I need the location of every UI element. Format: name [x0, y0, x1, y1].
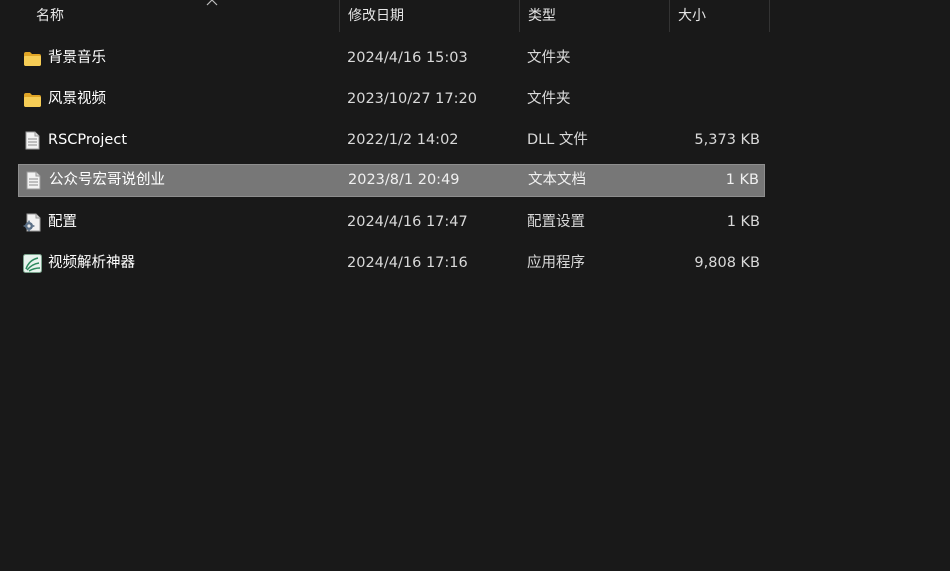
text-file-icon [23, 164, 43, 197]
column-header-size[interactable]: 大小 [669, 0, 770, 32]
column-header-date-label: 修改日期 [348, 8, 404, 24]
column-header-name[interactable]: 名称 [28, 0, 340, 32]
app-icon [22, 247, 42, 280]
column-header-name-label: 名称 [36, 8, 64, 24]
file-name: RSCProject [48, 132, 128, 148]
file-date: 2022/1/2 14:02 [347, 132, 459, 148]
document-icon [22, 124, 42, 157]
column-header-date[interactable]: 修改日期 [339, 0, 520, 32]
file-size: 1 KB [725, 172, 759, 188]
file-row[interactable]: 风景视频 2023/10/27 17:20 文件夹 [18, 83, 765, 116]
column-header-type-label: 类型 [528, 8, 556, 24]
file-type: 文件夹 [527, 91, 571, 107]
file-name: 背景音乐 [48, 50, 106, 66]
file-size: 9,808 KB [694, 255, 760, 271]
file-date: 2023/8/1 20:49 [348, 172, 460, 188]
file-row[interactable]: RSCProject 2022/1/2 14:02 DLL 文件 5,373 K… [18, 124, 765, 157]
file-name: 公众号宏哥说创业 [49, 172, 165, 188]
file-name: 风景视频 [48, 91, 106, 107]
file-type: 配置设置 [527, 214, 585, 230]
file-row[interactable]: 背景音乐 2024/4/16 15:03 文件夹 [18, 42, 765, 75]
file-type: 文本文档 [528, 172, 586, 188]
file-row[interactable]: 配置 2024/4/16 17:47 配置设置 1 KB [18, 206, 765, 239]
file-size: 5,373 KB [694, 132, 760, 148]
file-type: DLL 文件 [527, 132, 588, 148]
file-date: 2024/4/16 15:03 [347, 50, 468, 66]
file-size: 1 KB [726, 214, 760, 230]
file-type: 应用程序 [527, 255, 585, 271]
file-row-selected[interactable]: 公众号宏哥说创业 2023/8/1 20:49 文本文档 1 KB [18, 164, 765, 197]
file-date: 2024/4/16 17:47 [347, 214, 468, 230]
column-header-size-label: 大小 [678, 8, 706, 24]
file-date: 2024/4/16 17:16 [347, 255, 468, 271]
file-row[interactable]: 视频解析神器 2024/4/16 17:16 应用程序 9,808 KB [18, 247, 765, 280]
folder-icon [22, 83, 42, 116]
file-type: 文件夹 [527, 50, 571, 66]
file-name: 视频解析神器 [48, 255, 135, 271]
column-header-bar: 名称 修改日期 类型 大小 [0, 0, 770, 32]
file-name: 配置 [48, 214, 77, 230]
sort-ascending-icon [206, 0, 218, 6]
column-header-type[interactable]: 类型 [519, 0, 670, 32]
file-date: 2023/10/27 17:20 [347, 91, 477, 107]
folder-icon [22, 42, 42, 75]
config-file-icon [22, 206, 42, 239]
file-explorer: 名称 修改日期 类型 大小 背景音乐 2024/4/16 15:03 文件夹 风… [0, 0, 950, 571]
